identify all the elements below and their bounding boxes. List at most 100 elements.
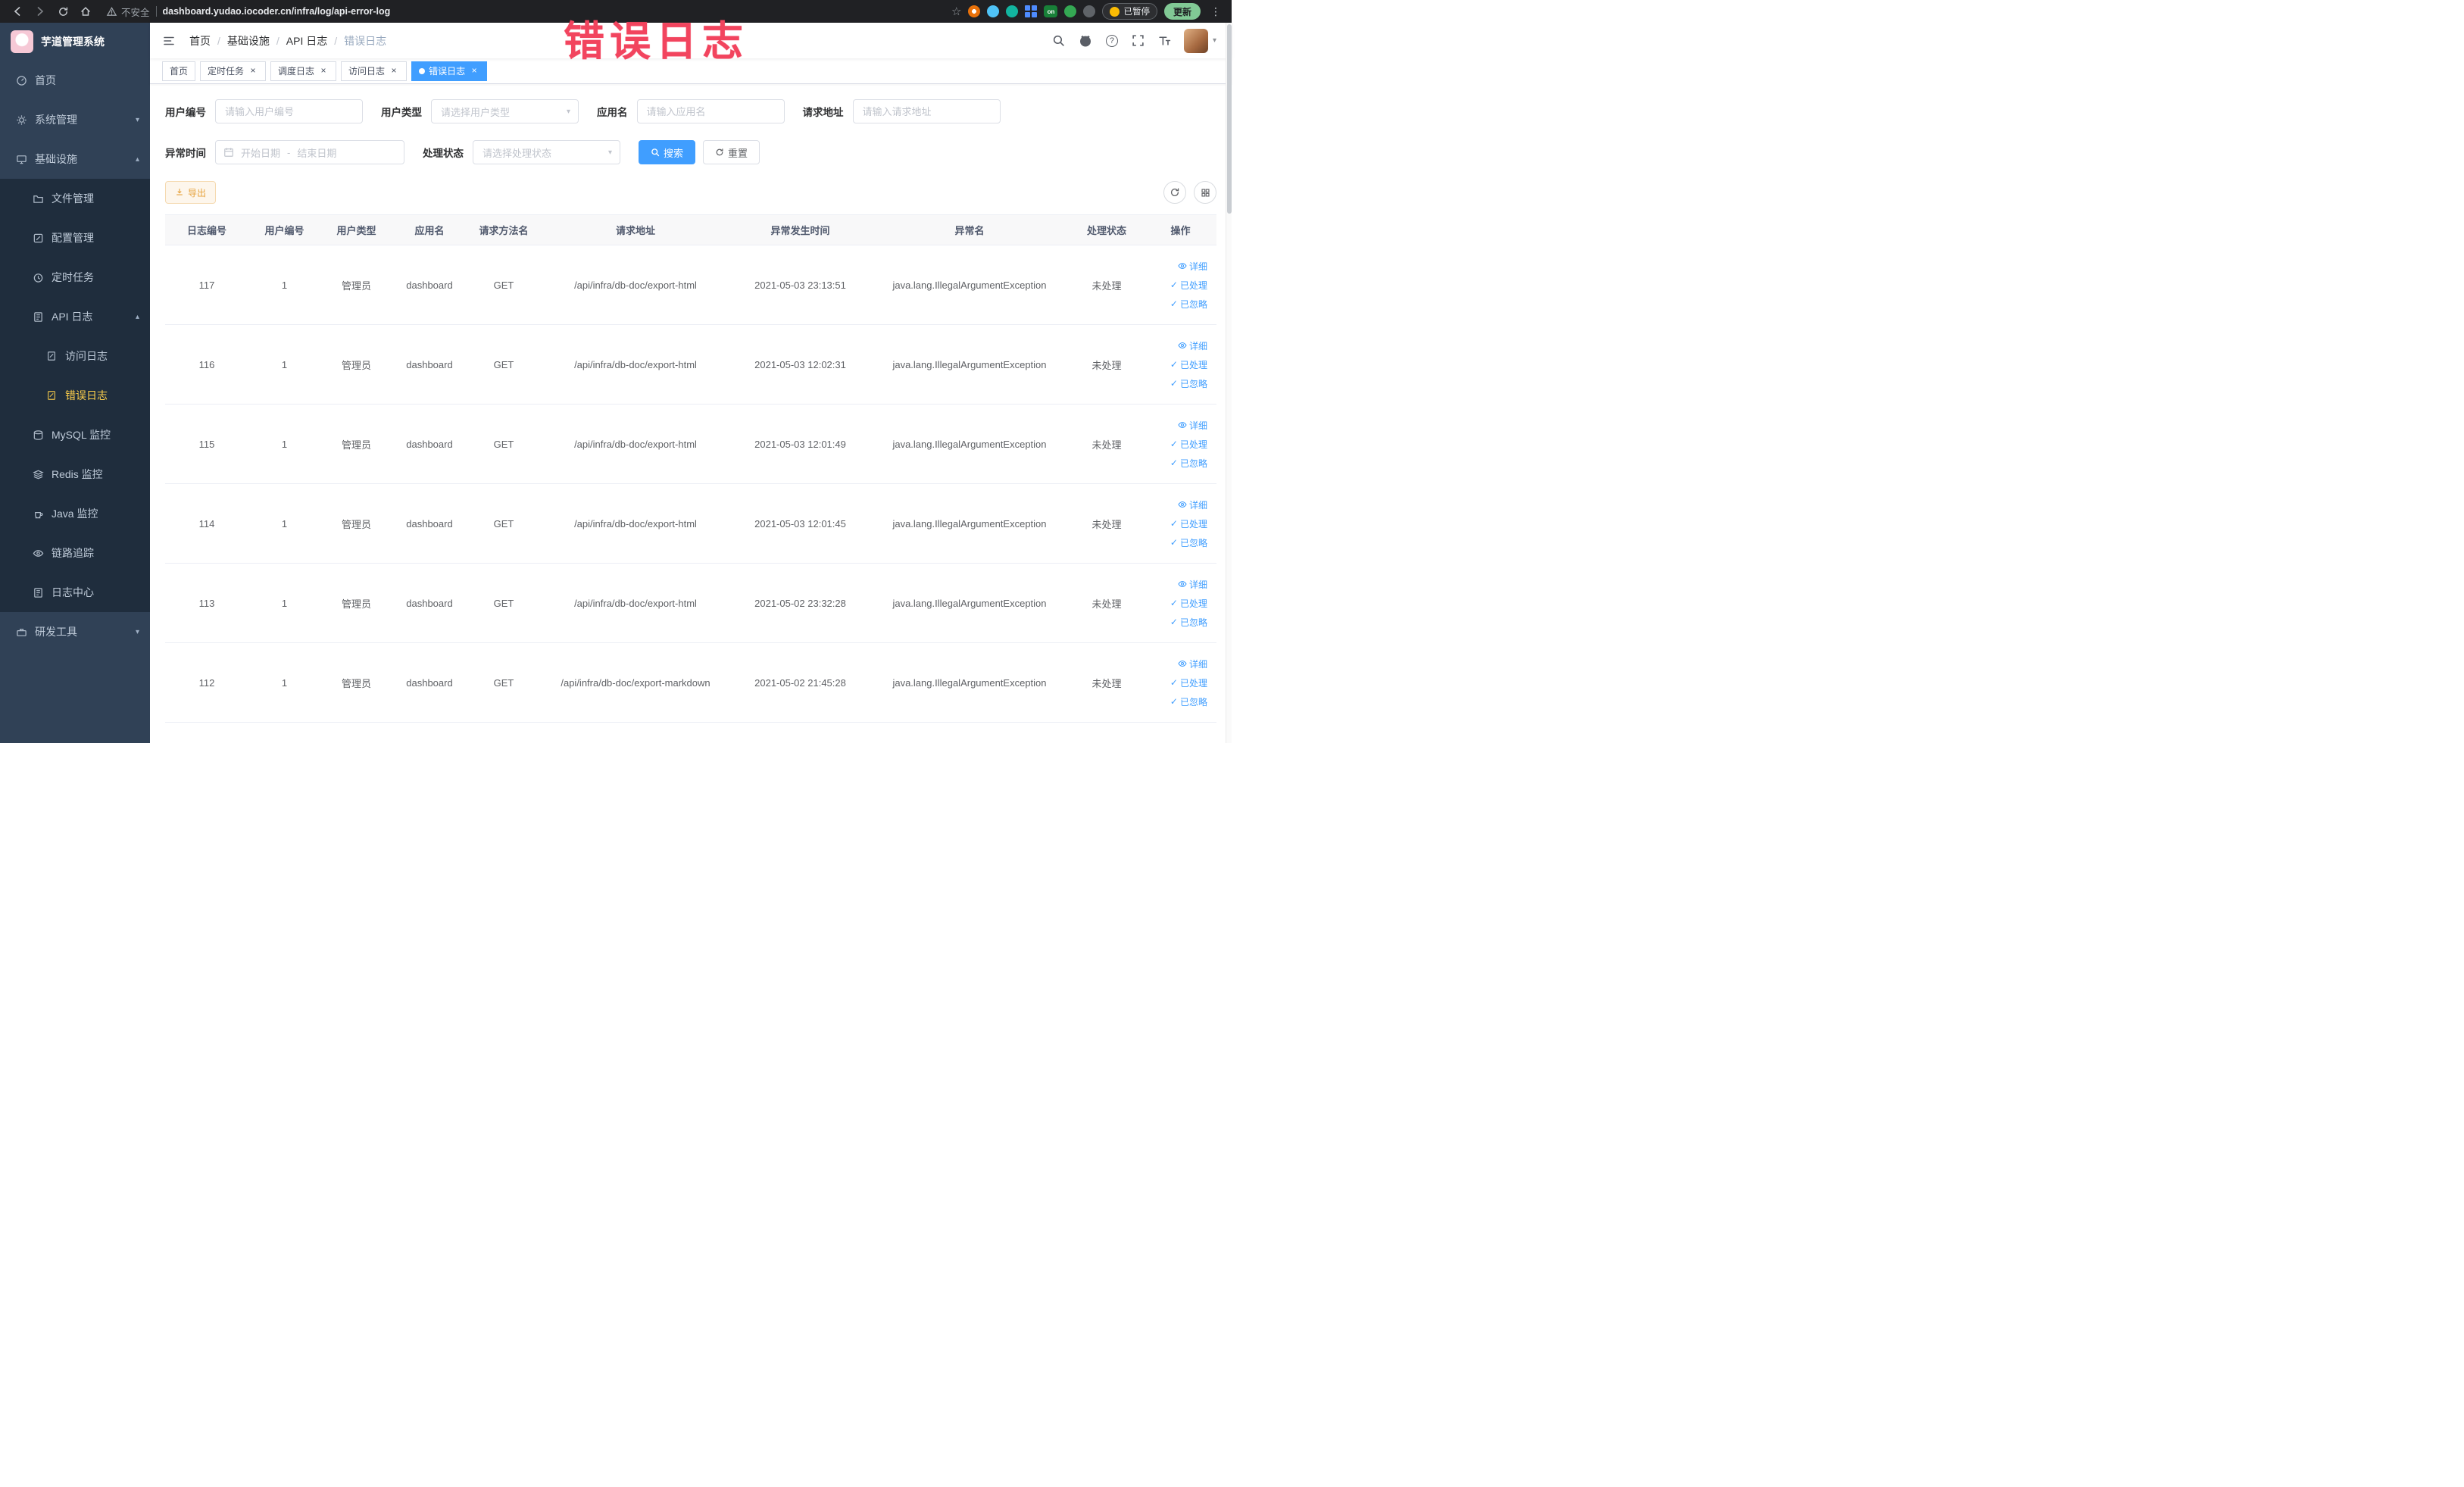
sidebar-item-api-log[interactable]: API 日志 ▴	[0, 297, 150, 336]
logo-image	[11, 30, 33, 53]
security-status[interactable]: 不安全	[106, 5, 150, 19]
detail-link[interactable]: 详细	[1149, 336, 1207, 355]
search-icon	[651, 148, 660, 157]
sidebar-item-file-mgmt[interactable]: 文件管理	[0, 179, 150, 218]
process-status-select[interactable]: 请选择处理状态 ▾	[473, 140, 620, 164]
chevron-down-icon: ▾	[135, 627, 139, 636]
browser-menu-icon[interactable]: ⋮	[1207, 5, 1224, 18]
back-icon[interactable]	[8, 2, 27, 21]
mark-ignored-link[interactable]: ✓ 已忽略	[1149, 295, 1207, 314]
user-id-input[interactable]	[215, 99, 363, 123]
mark-ignored-link[interactable]: ✓ 已忽略	[1149, 613, 1207, 632]
chevron-down-icon: ▾	[135, 115, 139, 124]
scrollbar[interactable]	[1226, 23, 1232, 743]
sidebar-item-redis-monitor[interactable]: Redis 监控	[0, 455, 150, 494]
forward-icon[interactable]	[30, 2, 50, 21]
reset-button[interactable]: 重置	[703, 140, 760, 164]
reload-icon[interactable]	[53, 2, 73, 21]
sidebar-item-system[interactable]: 系统管理 ▾	[0, 100, 150, 139]
refresh-table-button[interactable]	[1163, 181, 1186, 204]
table-row: 116 1 管理员 dashboard GET /api/infra/db-do…	[165, 324, 1216, 405]
request-url-input[interactable]	[852, 99, 1001, 123]
mark-ignored-link[interactable]: ✓ 已忽略	[1149, 454, 1207, 473]
address-bar[interactable]: 不安全 dashboard.yudao.iocoder.cn/infra/log…	[98, 5, 948, 19]
app-name-input[interactable]	[636, 99, 785, 123]
mark-ignored-link[interactable]: ✓ 已忽略	[1149, 533, 1207, 552]
app-title: 芋道管理系统	[41, 36, 105, 48]
sidebar-item-scheduled-jobs[interactable]: 定时任务	[0, 258, 150, 297]
tab-schedule-log[interactable]: 调度日志 ×	[270, 61, 337, 81]
help-icon[interactable]: ?	[1104, 33, 1120, 48]
mark-ignored-link[interactable]: ✓ 已忽略	[1149, 374, 1207, 393]
layers-icon	[32, 468, 44, 480]
home-icon[interactable]	[76, 2, 95, 21]
detail-link[interactable]: 详细	[1149, 416, 1207, 435]
sidebar-item-infra[interactable]: 基础设施 ▴	[0, 139, 150, 179]
column-settings-button[interactable]	[1194, 181, 1216, 204]
extension-icon[interactable]	[1006, 5, 1019, 17]
scrollbar-thumb[interactable]	[1227, 24, 1232, 214]
url-text[interactable]: dashboard.yudao.iocoder.cn/infra/log/api…	[163, 6, 391, 17]
close-icon[interactable]: ×	[248, 66, 258, 77]
user-type-select[interactable]: 请选择用户类型 ▾	[431, 99, 579, 123]
close-icon[interactable]: ×	[389, 66, 399, 77]
breadcrumb-home[interactable]: 首页	[189, 33, 211, 48]
date-end-placeholder: 结束日期	[297, 147, 337, 159]
extension-icon[interactable]	[1064, 5, 1077, 17]
eye-icon	[32, 547, 44, 559]
detail-link[interactable]: 详细	[1149, 257, 1207, 276]
extension-icon[interactable]	[1083, 5, 1096, 17]
sidebar-item-log-center[interactable]: 日志中心	[0, 573, 150, 612]
close-icon[interactable]: ×	[469, 66, 479, 77]
sidebar-item-config-mgmt[interactable]: 配置管理	[0, 218, 150, 258]
mark-ignored-link[interactable]: ✓ 已忽略	[1149, 692, 1207, 711]
sidebar-item-home[interactable]: 首页	[0, 61, 150, 100]
detail-link[interactable]: 详细	[1149, 495, 1207, 514]
sidebar-item-access-log[interactable]: 访问日志	[0, 336, 150, 376]
user-menu[interactable]: ▾	[1183, 28, 1216, 53]
sidebar-item-mysql-monitor[interactable]: MySQL 监控	[0, 415, 150, 455]
tab-home[interactable]: 首页	[162, 61, 196, 81]
detail-link[interactable]: 详细	[1149, 654, 1207, 673]
detail-link[interactable]: 详细	[1149, 575, 1207, 594]
search-button[interactable]: 搜索	[639, 140, 696, 164]
tab-access-log[interactable]: 访问日志 ×	[341, 61, 408, 81]
mark-processed-link[interactable]: ✓ 已处理	[1149, 435, 1207, 454]
check-icon: ✓	[1170, 617, 1178, 627]
tab-scheduled-jobs[interactable]: 定时任务 ×	[200, 61, 267, 81]
extension-icon[interactable]	[968, 5, 981, 17]
mark-processed-link[interactable]: ✓ 已处理	[1149, 355, 1207, 374]
mark-processed-link[interactable]: ✓ 已处理	[1149, 673, 1207, 692]
sidebar-item-error-log[interactable]: 错误日志	[0, 376, 150, 415]
fullscreen-icon[interactable]	[1131, 33, 1146, 48]
extension-icon[interactable]: on	[1044, 5, 1058, 17]
breadcrumb-api-log[interactable]: API 日志	[286, 33, 327, 48]
mark-processed-link[interactable]: ✓ 已处理	[1149, 514, 1207, 533]
browser-update-button[interactable]: 更新	[1163, 3, 1201, 20]
extension-icon[interactable]	[987, 5, 1000, 17]
sidebar-item-devtools[interactable]: 研发工具 ▾	[0, 612, 150, 651]
table-row: 117 1 管理员 dashboard GET /api/infra/db-do…	[165, 245, 1216, 325]
close-icon[interactable]: ×	[318, 66, 329, 77]
chevron-up-icon: ▴	[135, 312, 139, 321]
date-range-picker[interactable]: 开始日期 - 结束日期	[215, 140, 404, 164]
calendar-icon	[224, 148, 233, 157]
document-edit-icon	[45, 350, 58, 362]
extension-icon[interactable]	[1025, 5, 1038, 17]
col-actions: 操作	[1145, 214, 1216, 245]
github-icon[interactable]	[1078, 33, 1093, 48]
search-icon[interactable]	[1051, 33, 1066, 48]
mark-processed-link[interactable]: ✓ 已处理	[1149, 276, 1207, 295]
export-button[interactable]: 导出	[165, 181, 217, 204]
sidebar-item-tracing[interactable]: 链路追踪	[0, 533, 150, 573]
divider	[155, 6, 157, 17]
font-size-icon[interactable]	[1157, 33, 1173, 48]
paused-extension-badge[interactable]: 已暂停	[1102, 3, 1157, 20]
tab-error-log[interactable]: 错误日志 ×	[411, 61, 488, 81]
hamburger-icon[interactable]	[161, 33, 177, 49]
mark-processed-link[interactable]: ✓ 已处理	[1149, 594, 1207, 613]
table-row: 112 1 管理员 dashboard GET /api/infra/db-do…	[165, 642, 1216, 723]
sidebar-item-java-monitor[interactable]: Java 监控	[0, 494, 150, 533]
breadcrumb-infra[interactable]: 基础设施	[227, 33, 270, 48]
bookmark-star-icon[interactable]: ☆	[951, 6, 961, 17]
